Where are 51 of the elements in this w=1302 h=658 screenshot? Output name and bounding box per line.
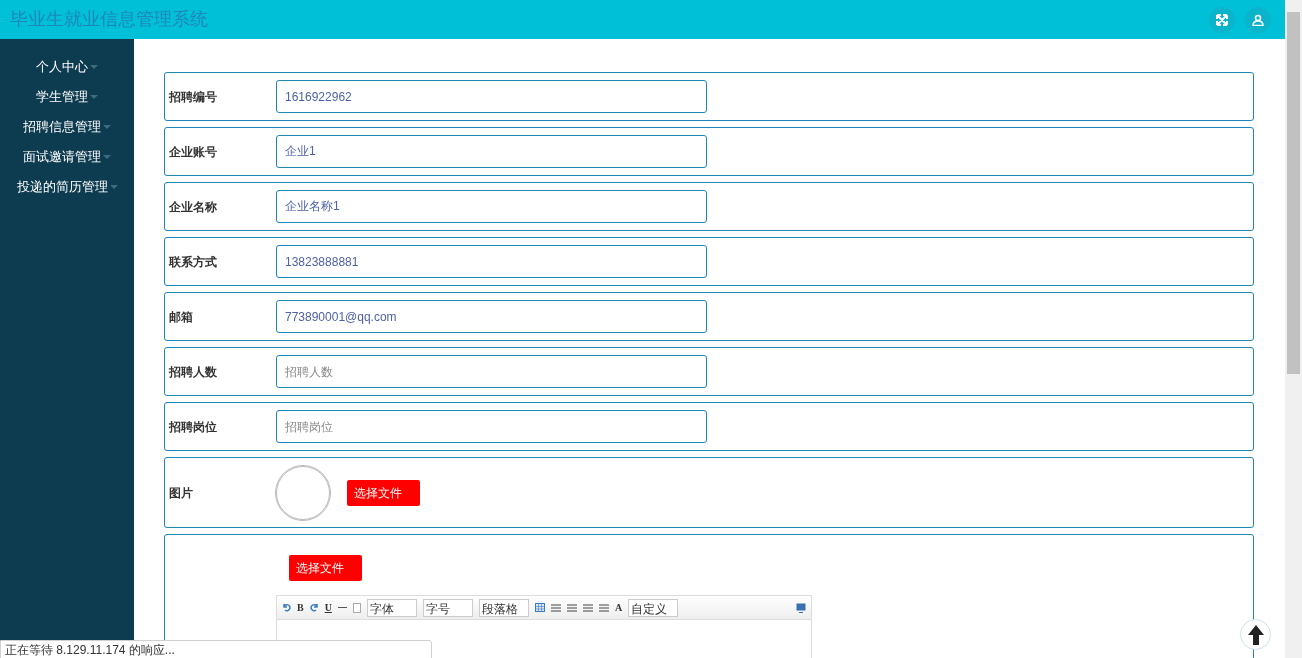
field-label: 招聘岗位 (169, 418, 218, 436)
align-center-icon[interactable] (582, 603, 593, 612)
text-field[interactable]: 13823888881 (276, 245, 707, 278)
sidebar-item[interactable]: 个人中心 (36, 58, 98, 76)
toolbar-dropdown[interactable]: 字体 (366, 598, 417, 617)
sidebar-item[interactable]: 学生管理 (36, 88, 98, 106)
app-title: 毕业生就业信息管理系统 (10, 8, 208, 31)
field-label: 企业账号 (169, 143, 218, 161)
align-left-icon[interactable] (550, 603, 561, 612)
text-field[interactable]: 企业名称1 (276, 190, 707, 223)
caret-icon (109, 185, 118, 189)
field-label: 邮箱 (169, 308, 194, 326)
monitor-icon[interactable] (796, 602, 806, 613)
sidebar-item[interactable]: 投递的简历管理 (16, 178, 118, 196)
field-label: 企业名称 (169, 198, 218, 216)
text-field[interactable]: 773890001@qq.com (276, 300, 707, 333)
choose-file-button[interactable]: 选择文件 (347, 479, 420, 506)
page-icon[interactable] (352, 602, 361, 613)
sidebar-item[interactable]: 招聘信息管理 (23, 118, 111, 136)
undo-icon[interactable] (282, 603, 291, 612)
caret-icon (103, 125, 111, 129)
align-justify-icon[interactable] (598, 603, 609, 612)
user-button[interactable] (1245, 6, 1271, 33)
text-field[interactable]: 1616922962 (276, 80, 707, 113)
font-color-button[interactable]: A (614, 600, 623, 615)
caret-icon (103, 155, 111, 159)
bold-button[interactable]: B (297, 600, 304, 615)
field-label: 招聘人数 (169, 363, 218, 381)
field-label: 招聘编号 (169, 88, 218, 106)
choose-file-button[interactable]: 选择文件 (289, 555, 362, 581)
text-field[interactable]: 企业1 (276, 135, 707, 168)
fullscreen-button[interactable] (1209, 6, 1235, 33)
toolbar-dropdown[interactable]: 段落格 (478, 598, 529, 617)
field-label: 联系方式 (169, 253, 218, 271)
text-field[interactable]: 招聘人数 (276, 355, 707, 388)
align-right-icon[interactable] (566, 603, 577, 612)
redo-icon[interactable] (309, 603, 319, 612)
caret-icon (90, 95, 98, 99)
toolbar-dropdown[interactable]: 自定义 (628, 598, 679, 617)
toolbar-dropdown[interactable]: 字号 (422, 598, 473, 617)
status-text: 正在等待 8.129.11.174 的响应... (5, 642, 175, 658)
underline-button[interactable]: U (324, 600, 332, 615)
sidebar-item[interactable]: 面试邀请管理 (23, 148, 111, 166)
text-field[interactable]: 招聘岗位 (276, 410, 707, 443)
field-label: 图片 (169, 484, 194, 502)
rich-text-editor[interactable]: B U 字体 字号 段落格 A 自定义 (276, 595, 812, 658)
expand-icon (1216, 13, 1228, 26)
caret-icon (90, 65, 98, 69)
user-icon (1252, 13, 1264, 26)
table-icon[interactable] (534, 603, 545, 612)
arrow-up-icon (1247, 624, 1264, 645)
